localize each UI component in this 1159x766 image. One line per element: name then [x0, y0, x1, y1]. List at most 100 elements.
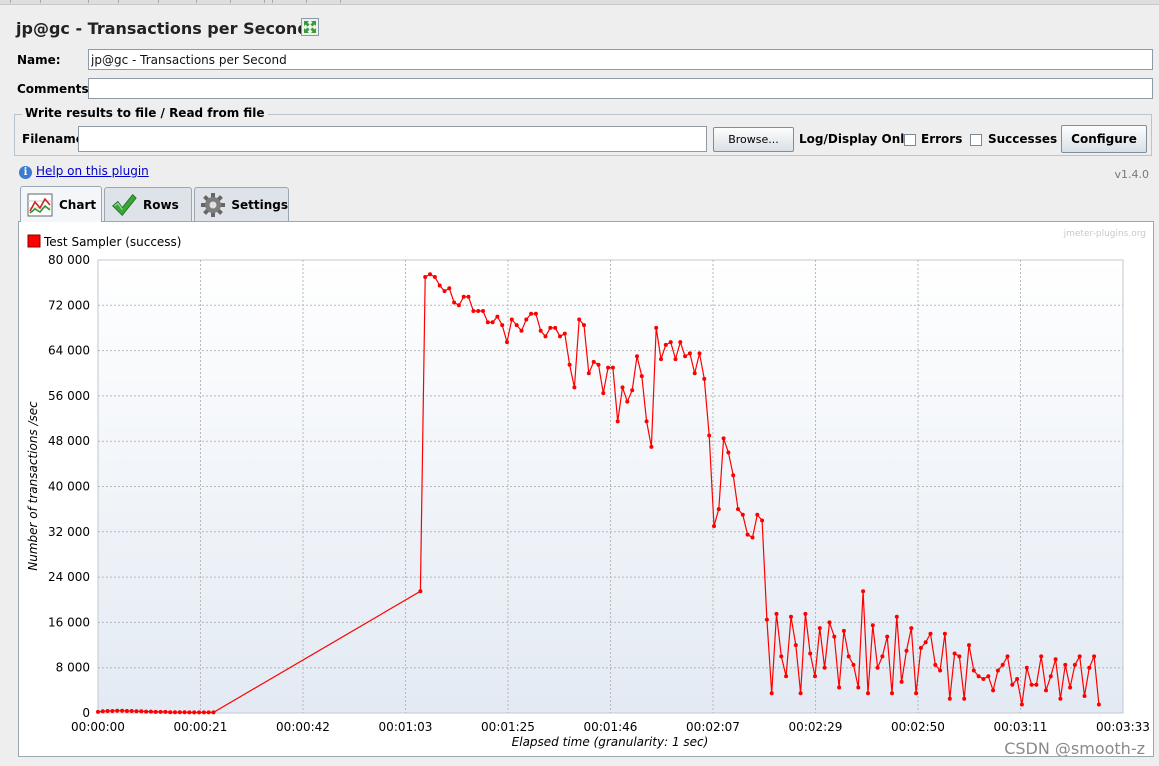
data-point	[1048, 674, 1053, 679]
data-point	[153, 709, 158, 714]
comments-field[interactable]	[88, 78, 1153, 99]
data-point	[177, 710, 182, 715]
data-point	[702, 376, 707, 381]
data-point	[750, 535, 755, 540]
chart-icon	[27, 192, 53, 218]
help-link[interactable]: Help on this plugin	[36, 164, 149, 178]
y-tick-label: 0	[82, 706, 90, 720]
errors-checkbox[interactable]	[904, 134, 916, 146]
filename-field[interactable]	[78, 126, 707, 152]
data-point	[928, 631, 933, 636]
successes-checkbox[interactable]	[970, 134, 982, 146]
name-field[interactable]	[88, 49, 1153, 70]
data-point	[880, 654, 885, 659]
data-point	[885, 634, 890, 639]
data-point	[630, 388, 635, 393]
data-point	[841, 628, 846, 633]
data-point	[442, 289, 447, 294]
data-point	[586, 371, 591, 376]
data-point	[870, 623, 875, 628]
data-point	[187, 710, 192, 715]
data-point	[894, 614, 899, 619]
data-point	[683, 354, 688, 359]
data-point	[572, 385, 577, 390]
data-point	[764, 617, 769, 622]
gear-icon	[201, 192, 226, 218]
data-point	[813, 674, 817, 679]
x-tick-label: 00:00:00	[71, 720, 125, 734]
data-point	[832, 634, 837, 639]
data-point	[1096, 702, 1101, 707]
data-point	[206, 710, 211, 715]
browse-button[interactable]: Browse...	[713, 127, 794, 152]
x-tick-label: 00:02:50	[891, 720, 945, 734]
data-point	[731, 473, 736, 478]
data-point	[418, 589, 423, 594]
data-point	[533, 311, 538, 316]
data-point	[606, 365, 611, 370]
data-point	[201, 710, 206, 715]
data-point	[168, 710, 173, 715]
version-label: v1.4.0	[1114, 168, 1150, 181]
data-point	[745, 532, 750, 537]
data-point	[938, 668, 943, 673]
data-point	[490, 320, 495, 325]
data-point	[899, 679, 904, 684]
data-point	[505, 340, 509, 345]
data-point	[981, 677, 986, 681]
data-point	[466, 294, 471, 299]
data-point	[495, 314, 500, 319]
data-point	[591, 359, 596, 364]
x-tick-label: 00:01:46	[584, 720, 638, 734]
data-point	[620, 385, 625, 390]
data-point	[774, 611, 779, 616]
comments-label: Comments:	[17, 82, 94, 96]
y-tick-label: 80 000	[48, 253, 90, 267]
data-point	[456, 303, 461, 308]
data-point	[148, 709, 153, 714]
data-point	[875, 665, 880, 670]
data-point	[476, 309, 481, 313]
configure-button[interactable]: Configure	[1061, 125, 1147, 153]
data-point	[163, 709, 168, 714]
data-point	[158, 709, 163, 714]
data-point	[524, 317, 529, 322]
data-point	[1015, 677, 1020, 681]
y-tick-label: 32 000	[48, 525, 90, 539]
data-point	[615, 419, 620, 424]
data-point	[663, 342, 668, 347]
data-point	[760, 518, 765, 523]
y-tick-label: 56 000	[48, 389, 90, 403]
tab-settings[interactable]: Settings	[194, 187, 289, 221]
data-point	[904, 648, 909, 653]
data-point	[423, 275, 428, 279]
data-point	[673, 357, 678, 362]
data-point	[784, 674, 789, 679]
data-point	[452, 300, 457, 305]
data-point	[837, 685, 842, 690]
data-point	[96, 709, 100, 714]
data-point	[726, 450, 731, 455]
file-group-title: Write results to file / Read from file	[22, 106, 268, 120]
data-point	[1053, 657, 1058, 662]
data-point	[610, 365, 615, 370]
data-point	[173, 710, 177, 715]
tab-rows[interactable]: Rows	[104, 187, 192, 221]
data-point	[952, 651, 957, 656]
data-point	[1092, 654, 1097, 659]
x-tick-label: 00:00:21	[174, 720, 228, 734]
y-tick-label: 72 000	[48, 298, 90, 312]
data-point	[567, 362, 572, 367]
data-point	[861, 589, 866, 594]
expand-icon[interactable]	[301, 18, 319, 36]
data-point	[644, 419, 649, 424]
data-point	[129, 709, 134, 713]
tab-chart[interactable]: Chart	[20, 186, 102, 222]
data-point	[798, 691, 803, 696]
data-point	[635, 354, 639, 359]
x-axis-label: Elapsed time (granularity: 1 sec)	[512, 735, 709, 749]
data-point	[471, 309, 476, 313]
data-point	[1068, 685, 1073, 690]
data-point	[947, 696, 952, 701]
data-point	[211, 710, 216, 715]
